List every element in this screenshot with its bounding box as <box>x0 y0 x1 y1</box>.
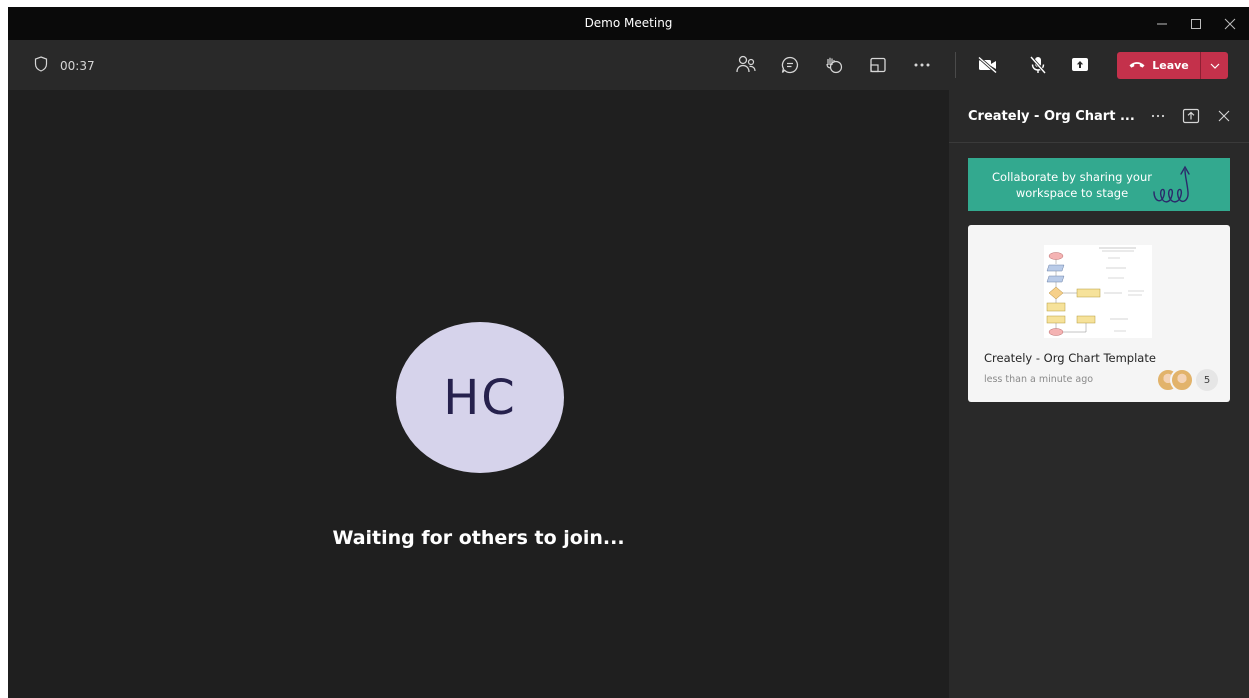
window-title: Demo Meeting <box>584 16 673 30</box>
chevron-down-icon[interactable] <box>1201 52 1228 79</box>
minimize-icon[interactable] <box>1145 7 1179 40</box>
rooms-icon[interactable] <box>864 51 892 79</box>
arrow-doodle-icon <box>1152 162 1206 210</box>
meeting-toolbar: 00:37 Leave <box>8 40 1249 90</box>
hang-up-icon <box>1128 59 1146 72</box>
raise-hand-icon[interactable] <box>820 51 848 79</box>
banner-text: Collaborate by sharing your workspace to… <box>992 170 1152 200</box>
panel-header: Creately - Org Chart ... <box>949 90 1249 143</box>
more-icon[interactable] <box>1147 105 1169 127</box>
share-to-stage-icon[interactable] <box>1180 105 1202 127</box>
close-icon[interactable] <box>1213 105 1235 127</box>
avatar: HC <box>396 322 564 473</box>
meeting-stage: HC Waiting for others to join... <box>8 90 949 698</box>
waiting-message: Waiting for others to join... <box>332 527 625 549</box>
chat-icon[interactable] <box>776 51 804 79</box>
maximize-icon[interactable] <box>1179 7 1213 40</box>
collaborator-count: 5 <box>1196 369 1218 391</box>
people-icon[interactable] <box>732 51 760 79</box>
leave-button[interactable]: Leave <box>1117 52 1228 79</box>
leave-main-button[interactable]: Leave <box>1117 52 1200 79</box>
toolbar-divider <box>955 52 956 78</box>
whiteboard-card[interactable]: Creately - Org Chart Template less than … <box>968 225 1230 402</box>
meeting-status: 00:37 <box>34 56 95 75</box>
avatar <box>1170 368 1194 392</box>
meeting-timer: 00:37 <box>60 58 95 73</box>
title-bar: Demo Meeting <box>8 7 1249 40</box>
close-icon[interactable] <box>1213 7 1247 40</box>
flowchart-thumbnail <box>1044 245 1152 338</box>
more-icon[interactable] <box>908 51 936 79</box>
card-timestamp: less than a minute ago <box>984 374 1094 385</box>
share-banner[interactable]: Collaborate by sharing your workspace to… <box>968 158 1230 211</box>
share-icon[interactable] <box>1066 51 1094 79</box>
mic-off-icon[interactable] <box>1024 51 1052 79</box>
leave-label: Leave <box>1152 59 1189 72</box>
meeting-window: Demo Meeting 00:37 Leave HC Waiting for … <box>8 7 1249 698</box>
camera-off-icon[interactable] <box>974 51 1002 79</box>
side-panel: Creately - Org Chart ... Collaborate by … <box>949 90 1249 698</box>
shield-icon <box>34 56 48 75</box>
card-title: Creately - Org Chart Template <box>984 351 1156 365</box>
panel-title: Creately - Org Chart ... <box>968 109 1135 124</box>
